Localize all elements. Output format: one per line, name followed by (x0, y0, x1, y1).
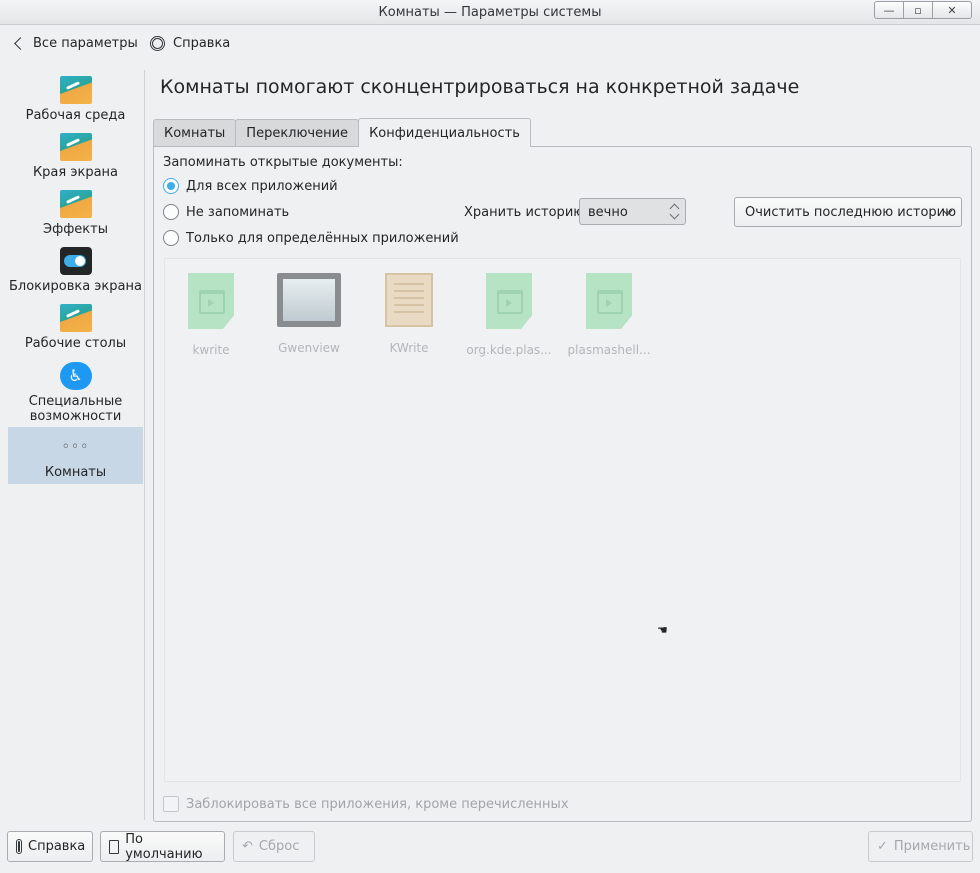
sidebar-item-workspace[interactable]: Рабочая среда (8, 76, 143, 128)
maximize-button[interactable]: ▫ (903, 1, 933, 19)
app-label: kwrite (192, 343, 230, 357)
all-settings-button[interactable]: Все параметры (12, 26, 138, 60)
sidebar-item-label: Края экрана (32, 165, 119, 180)
toggle-icon (59, 247, 92, 275)
sidebar-item-label: Блокировка экрана (9, 279, 142, 294)
sidebar-divider (144, 70, 145, 820)
app-label: org.kde.plas... (466, 343, 552, 357)
radio-specific-apps[interactable]: Только для определённых приложений (163, 230, 459, 246)
maximize-icon: ▫ (914, 3, 922, 17)
document-icon (486, 273, 532, 329)
tab-activities[interactable]: Комнаты (153, 119, 237, 146)
window-title: Комнаты — Параметры системы (378, 5, 602, 20)
sidebar-item-label: Специальные возможности (28, 394, 123, 424)
help-button[interactable]: Справка (150, 26, 230, 60)
defaults-label: По умолчанию (125, 831, 203, 862)
kwrite-icon (385, 273, 433, 327)
checkbox[interactable] (163, 796, 179, 812)
reset-label: Сброс (258, 839, 300, 854)
sidebar-item-accessibility[interactable]: ♿ Специальные возможности (8, 362, 143, 424)
keep-history-spinbox[interactable]: вечно (579, 198, 686, 225)
apply-label: Применить (893, 839, 971, 854)
tab-switching[interactable]: Переключение (235, 119, 360, 146)
sidebar-item-screen-lock[interactable]: Блокировка экрана (8, 247, 143, 299)
block-all-label: Заблокировать все приложения, кроме пере… (186, 796, 569, 812)
gwenview-icon (277, 273, 341, 327)
dots-icon: ◦◦◦ (61, 439, 90, 455)
minimize-icon: — (883, 3, 895, 17)
help-label: Справка (173, 35, 231, 51)
document-icon (586, 273, 632, 329)
top-toolbar: Все параметры Справка (0, 26, 980, 62)
block-all-apps-checkbox[interactable]: Заблокировать все приложения, кроме пере… (163, 796, 569, 812)
undo-icon: ↶ (242, 839, 253, 854)
spin-arrows[interactable] (669, 202, 680, 222)
virtual-desktops-icon (59, 304, 92, 332)
document-icon (109, 839, 120, 854)
app-label: plasmashell... (567, 343, 651, 357)
page-title: Комнаты помогают сконцентрироваться на к… (160, 76, 800, 98)
app-item-kwrite-text[interactable]: KWrite (363, 273, 455, 355)
clear-history-label: Очистить последнюю историю (745, 204, 957, 220)
checkmark-icon: ✓ (877, 839, 888, 854)
lifebuoy-icon (16, 839, 22, 854)
app-item-gwenview[interactable]: Gwenview (263, 273, 355, 355)
close-icon: ✕ (947, 3, 957, 17)
sidebar-item-label: Комнаты (44, 465, 107, 480)
lifebuoy-icon (150, 35, 165, 51)
accessibility-icon: ♿ (59, 362, 92, 390)
screen-edges-icon (59, 133, 92, 161)
sidebar-item-screen-edges[interactable]: Края экрана (8, 133, 143, 185)
radio-label: Для всех приложений (186, 178, 338, 194)
desktop-icon (59, 76, 92, 104)
app-item-org-kde-plasma[interactable]: org.kde.plas... (463, 273, 555, 357)
window-controls: — ▫ ✕ (874, 1, 972, 19)
hand-cursor-icon: ☚ (657, 623, 668, 637)
tab-bar: Комнаты Переключение Конфиденциальность (153, 118, 531, 147)
tab-privacy[interactable]: Конфиденциальность (358, 118, 531, 147)
app-item-kwrite[interactable]: kwrite (165, 273, 257, 357)
apply-button[interactable]: ✓ Применить (868, 831, 973, 862)
sidebar-item-label: Рабочая среда (25, 108, 126, 123)
radio-all-apps[interactable]: Для всех приложений (163, 178, 338, 194)
keep-history-value: вечно (588, 205, 628, 220)
radio-dont-remember[interactable]: Не запоминать (163, 204, 289, 220)
chevron-down-icon[interactable] (669, 209, 680, 220)
document-icon (188, 273, 234, 329)
app-list: kwrite Gwenview KWrite org.kde.plas... p… (164, 258, 961, 782)
radio-label: Только для определённых приложений (186, 230, 459, 246)
effects-icon (59, 190, 92, 218)
sidebar-item-label: Эффекты (43, 222, 108, 237)
title-bar: Комнаты — Параметры системы — ▫ ✕ (0, 0, 980, 25)
sidebar-item-virtual-desktops[interactable]: Рабочие столы (8, 304, 143, 356)
sidebar-item-label: Рабочие столы (24, 336, 127, 351)
defaults-button[interactable]: По умолчанию (100, 831, 225, 862)
close-button[interactable]: ✕ (932, 1, 972, 19)
keep-history-label: Хранить историю (464, 205, 585, 220)
sidebar: Рабочая среда Края экрана Эффекты Блокир… (8, 70, 143, 820)
footer-help-label: Справка (28, 839, 86, 854)
sidebar-item-activities[interactable]: ◦◦◦ Комнаты (8, 427, 143, 484)
radio-button[interactable] (163, 230, 179, 246)
reset-button[interactable]: ↶ Сброс (233, 831, 315, 862)
app-label: KWrite (389, 341, 429, 355)
remember-documents-label: Запоминать открытые документы: (163, 155, 403, 170)
app-label: Gwenview (278, 341, 340, 355)
chevron-left-icon (14, 36, 27, 50)
all-settings-label: Все параметры (33, 35, 138, 51)
radio-button[interactable] (163, 204, 179, 220)
sidebar-item-effects[interactable]: Эффекты (8, 190, 143, 242)
radio-label: Не запоминать (186, 204, 290, 220)
clear-recent-history-button[interactable]: Очистить последнюю историю (734, 197, 962, 227)
minimize-button[interactable]: — (874, 1, 904, 19)
app-item-plasmashell[interactable]: plasmashell... (563, 273, 655, 357)
footer-help-button[interactable]: Справка (7, 831, 93, 862)
radio-button[interactable] (163, 178, 179, 194)
